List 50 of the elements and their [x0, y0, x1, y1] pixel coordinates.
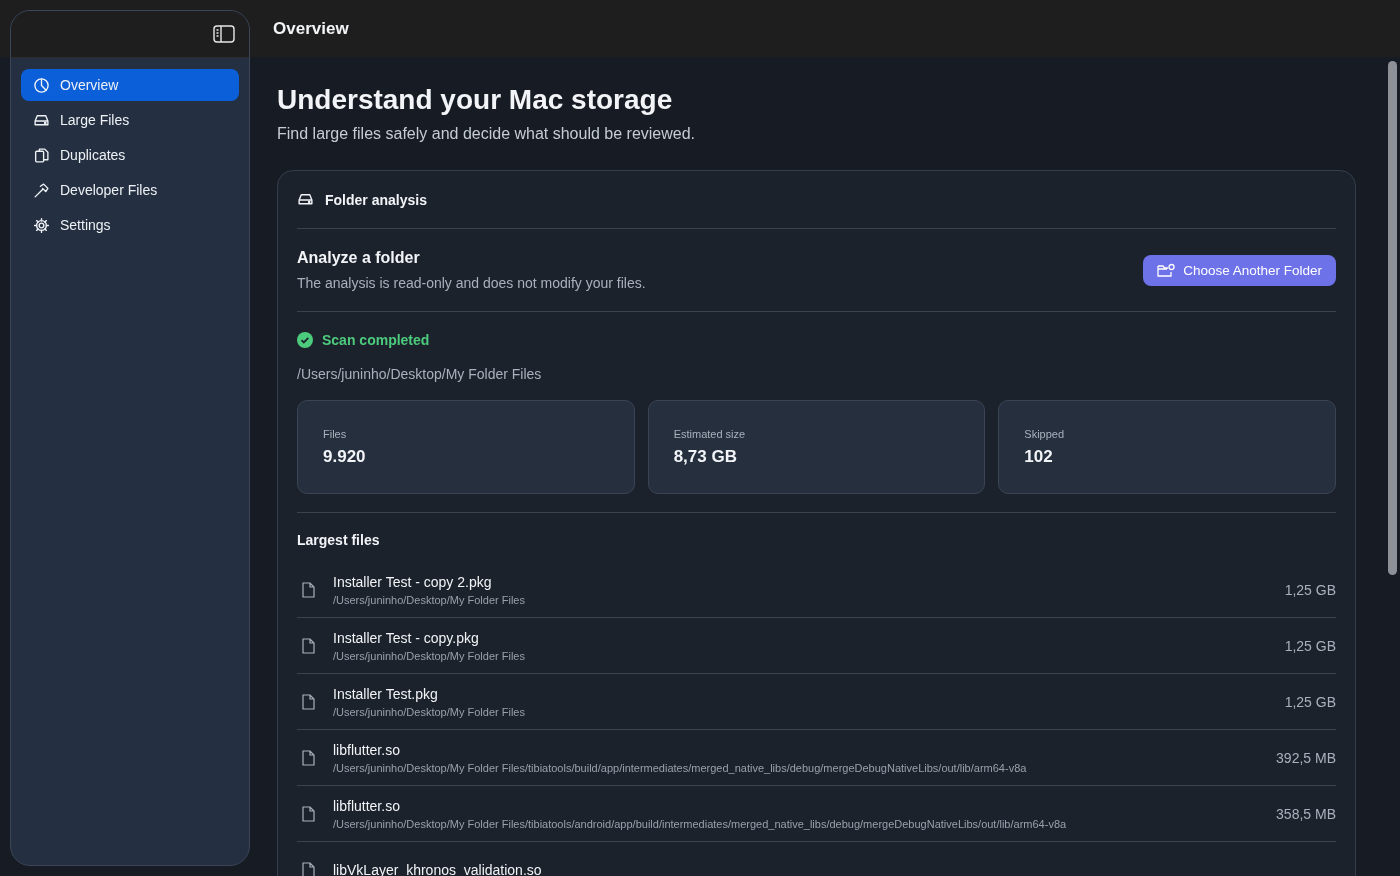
folder-icon [1157, 262, 1176, 278]
file-name: libflutter.so [333, 741, 401, 758]
choose-folder-button[interactable]: Choose Another Folder [1143, 254, 1336, 286]
file-path: /Users/juninho/Desktop/My Folder Files [333, 649, 526, 662]
file-icon [301, 805, 316, 822]
sidebar-item[interactable]: Large Files [21, 104, 239, 136]
file-path: /Users/juninho/Desktop/My Folder Files [333, 593, 526, 606]
page-subtitle: Find large files safely and decide what should be reviewed. [277, 125, 697, 143]
file-icon [301, 637, 316, 654]
toolbar-title: Overview [273, 18, 349, 39]
sidebar-item[interactable]: Developer Files [21, 174, 239, 206]
sidebar-toggle-icon[interactable] [213, 25, 235, 43]
chart-icon [33, 76, 50, 94]
sidebar-item[interactable]: Settings [21, 209, 239, 241]
file-path: /Users/juninho/Desktop/My Folder Files/tibiatools/android/app/build/intermediates/merged_native_libs/debug/mergeDebugNativeLibs/out/lib/arm64-v8a [333, 817, 1068, 830]
section-title: Largest files [297, 532, 380, 548]
folder-path: /Users/juninho/Desktop/My Folder Files [297, 366, 543, 382]
file-icon [301, 693, 316, 710]
page-title: Understand your Mac storage [277, 84, 674, 116]
file-name: libflutter.so [333, 797, 401, 814]
documents-icon [33, 146, 50, 164]
file-icon [301, 581, 316, 598]
file-size: 392,5 MB [1276, 749, 1336, 766]
section-description: The analysis is read-only and does not modify your files. [297, 275, 646, 291]
file-name: Installer Test.pkg [333, 685, 439, 702]
file-path: /Users/juninho/Desktop/My Folder Files [333, 705, 526, 718]
file-size: 1,25 GB [1284, 637, 1336, 654]
check-circle-icon [297, 332, 313, 348]
file-name: Installer Test - copy 2.pkg [333, 573, 493, 590]
card-title: Folder analysis [325, 191, 427, 208]
scrollbar-thumb[interactable] [1387, 61, 1397, 575]
sidebar-item[interactable]: Duplicates [21, 139, 239, 171]
scan-status: Scan completed [322, 332, 430, 348]
file-name: Installer Test - copy.pkg [333, 629, 480, 646]
section-title: Analyze a folder [297, 249, 421, 267]
file-size: 1,25 GB [1284, 581, 1336, 598]
file-size: 358,5 MB [1276, 805, 1336, 822]
settings-icon [33, 216, 50, 234]
stat-label: Files [323, 427, 348, 440]
file-path: /Users/juninho/Desktop/My Folder Files/tibiatools/build/app/intermediates/merged_native_libs/debug/mergeDebugNativeLibs/out/lib/arm64-v8a [333, 761, 1028, 774]
file-icon [301, 749, 316, 766]
sidebar-item[interactable]: Overview [21, 69, 239, 101]
file-icon [301, 861, 316, 876]
hammer-icon [33, 181, 50, 199]
file-size: 1,25 GB [1284, 693, 1336, 710]
stat-label: Skipped [1024, 427, 1066, 440]
stat-value: 8,73 GB [673, 446, 738, 467]
stat-label: Estimated size [673, 427, 747, 440]
stat-value: 102 [1024, 446, 1054, 467]
stat-value: 9.920 [323, 446, 367, 467]
